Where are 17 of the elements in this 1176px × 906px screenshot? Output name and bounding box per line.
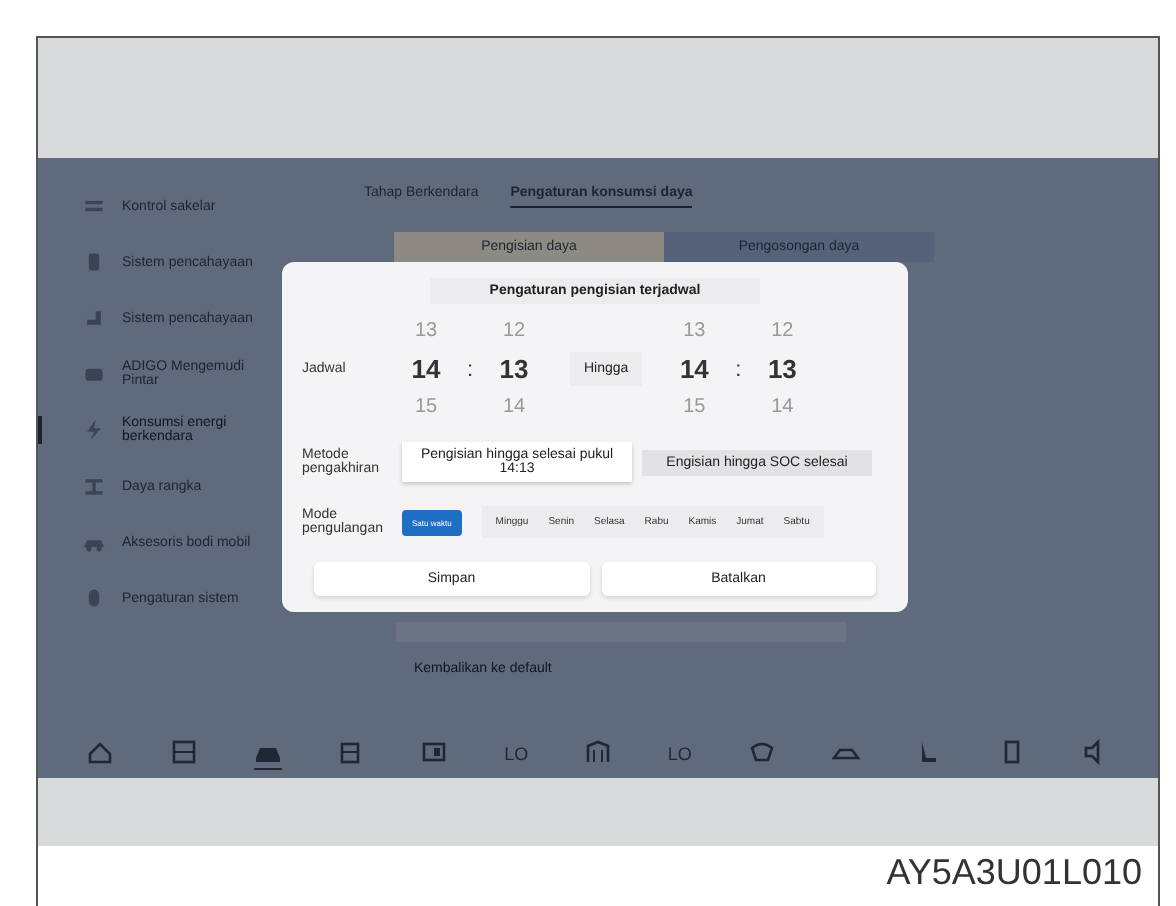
hour-value[interactable]: 13 [683,320,706,342]
hour-value[interactable]: 14 [411,354,441,384]
minute-value[interactable]: 14 [771,396,794,418]
hour-value[interactable]: 15 [414,396,438,418]
lightning-icon [82,418,106,442]
minute-value[interactable]: 12 [502,320,526,342]
time-colon: : [733,357,744,381]
minute-value[interactable]: 13 [767,354,797,384]
hour-value[interactable]: 13 [414,320,438,342]
hour-value[interactable]: 14 [679,354,709,384]
dock-label[interactable]: LO [667,744,692,764]
time-colon: : [464,357,476,381]
hour-value[interactable]: 15 [683,396,706,418]
minute-value[interactable]: 13 [499,354,529,384]
dock-label[interactable]: LO [504,744,529,764]
minute-value[interactable]: 14 [502,396,526,418]
minute-value[interactable]: 12 [771,320,794,342]
